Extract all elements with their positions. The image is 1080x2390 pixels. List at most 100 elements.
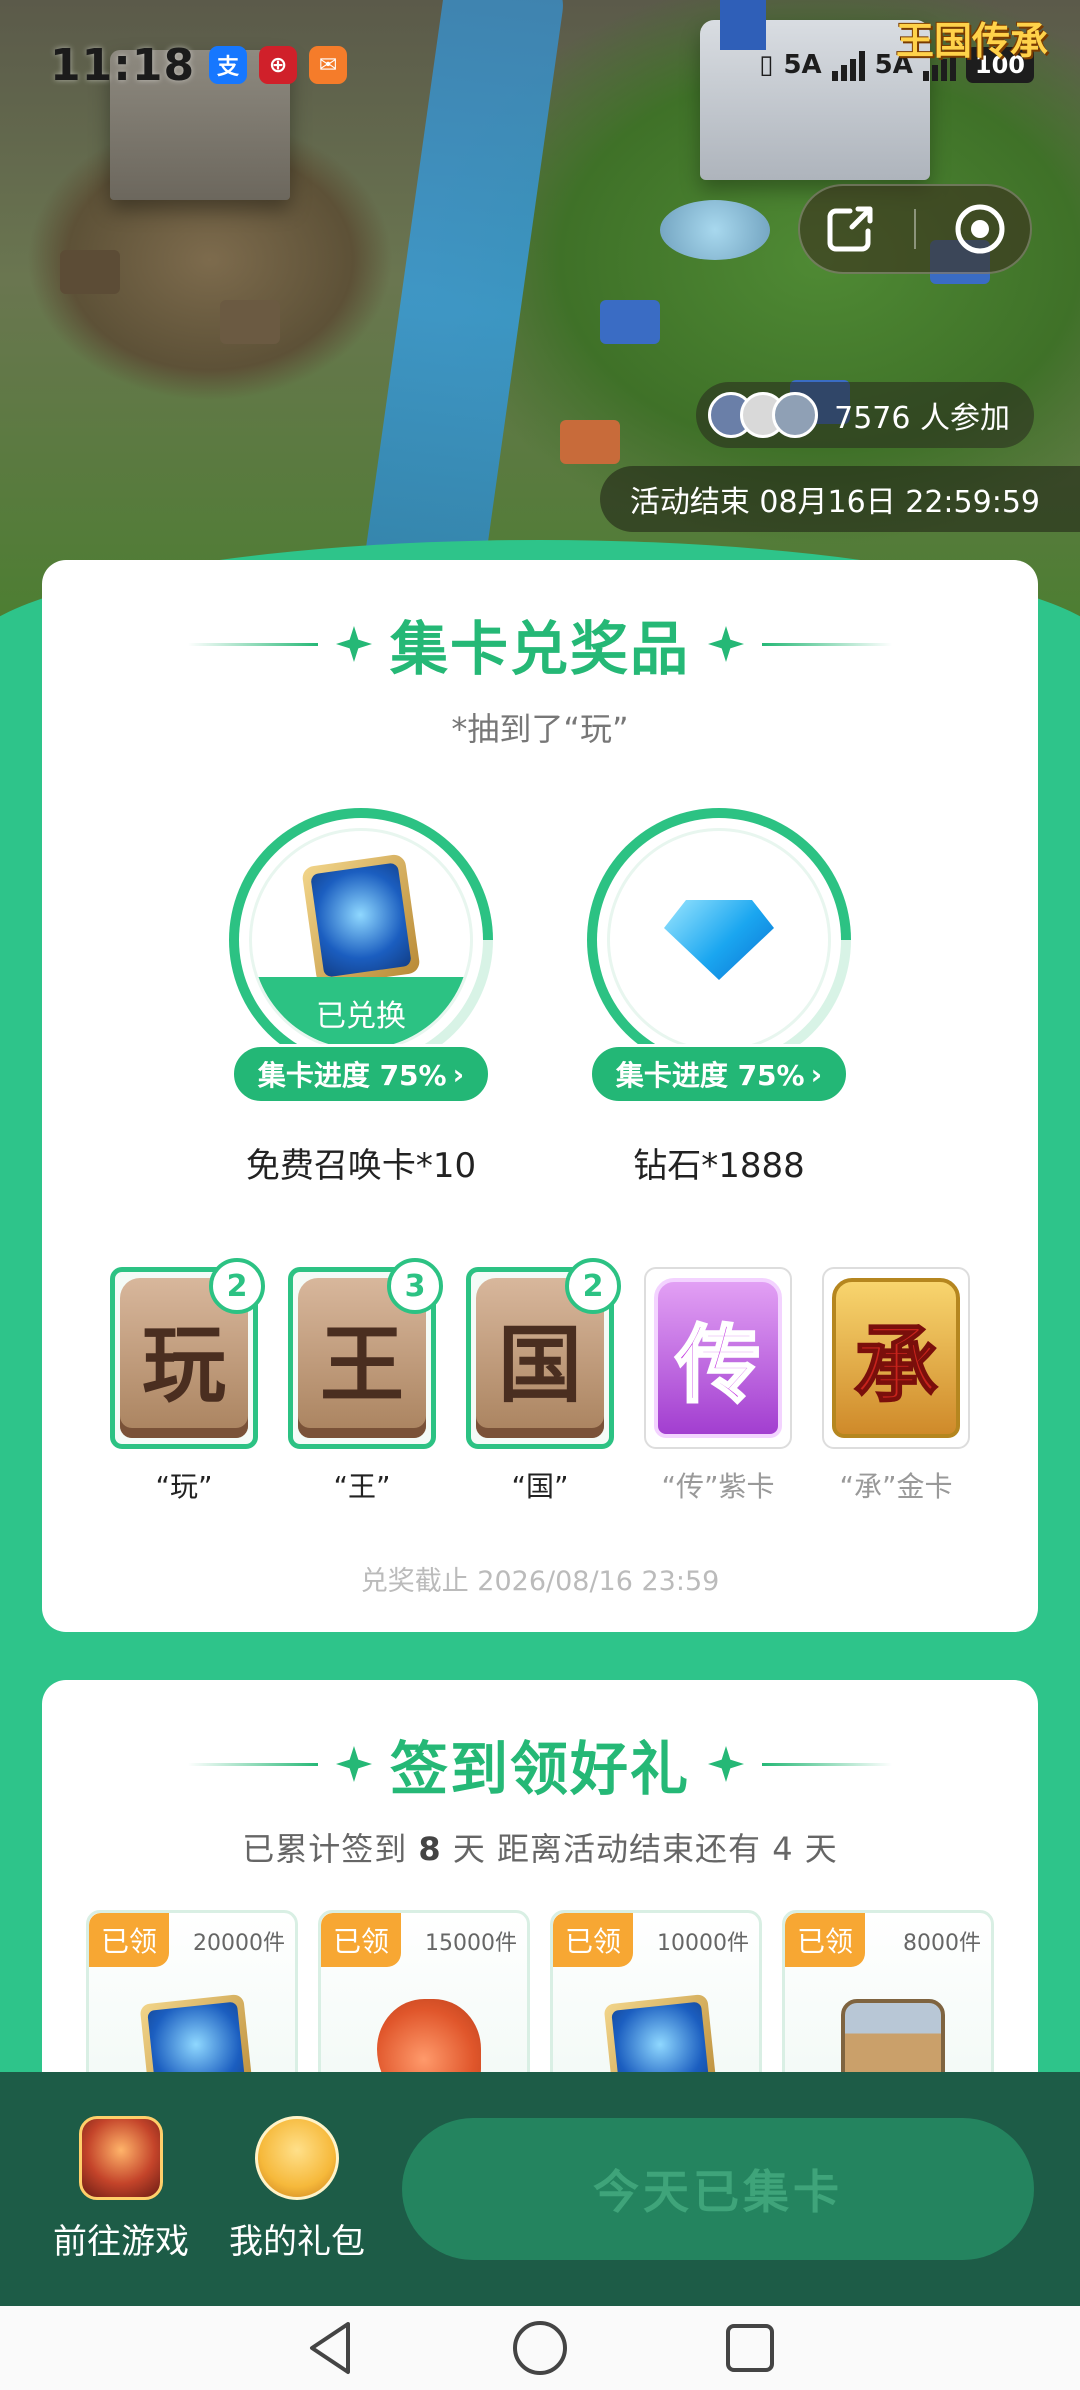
network-label-1: 5A [783, 50, 822, 80]
bottom-action-bar: 前往游戏 我的礼包 今天已集卡 [0, 2072, 1080, 2306]
title-line-left [187, 642, 318, 646]
progress-pill[interactable]: 集卡进度 75% › [231, 1044, 491, 1104]
message-icon: ✉ [309, 46, 348, 84]
letter-label: “王” [333, 1470, 391, 1503]
checkin-mid: 天 距离活动结束还有 [452, 1830, 762, 1868]
recents-button[interactable] [720, 2318, 780, 2378]
reward-stock: 10000件 [657, 1931, 749, 1956]
title-line-left [187, 1762, 318, 1766]
diamond-icon [664, 900, 774, 980]
claimed-tag: 已领 [89, 1913, 170, 1967]
letter-label: “国” [511, 1470, 569, 1503]
letter-label: “玩” [155, 1470, 213, 1503]
prize-list: 已兑换 集卡进度 75% › 免费召唤卡*10 集卡进度 75% › 钻石*18… [42, 808, 1038, 1187]
collect-title-text: 集卡兑奖品 [389, 615, 690, 683]
chevron-right-icon: › [810, 1057, 823, 1091]
collected-today-button[interactable]: 今天已集卡 [402, 2118, 1034, 2260]
sparkle-icon [335, 626, 372, 662]
reward-stock: 20000件 [193, 1931, 285, 1956]
progress-label: 集卡进度 75% [615, 1059, 805, 1092]
back-triangle-icon [310, 2322, 350, 2374]
letter-face: 承 [832, 1278, 960, 1438]
letter-card-guo[interactable]: 国 2 “国” [465, 1258, 621, 1505]
reward-stock: 8000件 [903, 1931, 981, 1956]
sparkle-icon [335, 1746, 372, 1782]
count-badge: 2 [565, 1258, 621, 1314]
letter-label: “承”金卡 [839, 1470, 953, 1503]
chevron-right-icon: › [452, 1057, 465, 1091]
days-signed: 8 [418, 1830, 442, 1868]
progress-label: 集卡进度 75% [257, 1059, 447, 1092]
prize-name: 钻石*1888 [633, 1146, 805, 1186]
prize-ring: 已兑换 集卡进度 75% › [229, 808, 493, 1108]
hero-fountain [660, 200, 770, 260]
signal-icon [831, 49, 865, 81]
checkin-title-text: 签到领好礼 [389, 1735, 690, 1803]
letter-card-wan[interactable]: 玩 2 “玩” [109, 1258, 265, 1505]
prize-image: 已兑换 [249, 828, 473, 1052]
letter-card-frame: 王 3 [288, 1258, 443, 1449]
checkin-section-title: 签到领好礼 [42, 1722, 1038, 1806]
recents-square-icon [726, 2324, 774, 2372]
reward-stock: 15000件 [425, 1931, 517, 1956]
target-icon [955, 204, 1005, 254]
sparkle-icon [708, 626, 744, 662]
letter-glyph: 传 [674, 1313, 761, 1415]
sparkle-icon [708, 1746, 744, 1782]
title-line-right [762, 1762, 892, 1766]
count-badge: 3 [387, 1258, 443, 1314]
capsule-divider [913, 209, 916, 249]
letter-card-frame: 承 [822, 1267, 970, 1449]
back-button[interactable] [300, 2318, 360, 2378]
event-end-time: 活动结束 08月16日 22:59:59 [599, 466, 1080, 532]
letter-glyph: 王 [319, 1314, 404, 1414]
count-badge: 2 [209, 1258, 265, 1314]
vibrate-icon: ▯ [759, 50, 774, 80]
summon-card-icon [301, 853, 421, 987]
days-left: 4 [772, 1830, 794, 1868]
go-to-game-button[interactable]: 前往游戏 [46, 2115, 196, 2263]
my-gifts-label: 我的礼包 [229, 2221, 365, 2262]
home-circle-icon [513, 2321, 567, 2375]
system-nav-bar [0, 2306, 1080, 2390]
letter-card-chuan[interactable]: 传 “传”紫卡 [643, 1267, 793, 1505]
letter-card-frame: 传 [644, 1267, 792, 1449]
letter-card-wang[interactable]: 王 3 “王” [287, 1258, 443, 1505]
share-button[interactable] [815, 194, 885, 264]
letter-card-cheng[interactable]: 承 “承”金卡 [821, 1267, 971, 1505]
prize-image [607, 828, 831, 1052]
prize-name: 免费召唤卡*10 [245, 1146, 477, 1186]
game-app-icon [79, 2115, 163, 2200]
my-gifts-button[interactable]: 我的礼包 [222, 2115, 372, 2263]
close-miniprogram-button[interactable] [945, 194, 1015, 264]
letter-face: 传 [654, 1278, 782, 1438]
letter-glyph: 国 [497, 1314, 582, 1414]
home-button[interactable] [510, 2318, 570, 2378]
prize-summon-cards[interactable]: 已兑换 集卡进度 75% › 免费召唤卡*10 [229, 808, 493, 1187]
letter-card-frame: 国 2 [466, 1258, 621, 1449]
participants-badge: 7576 人参加 [696, 382, 1034, 448]
progress-pill[interactable]: 集卡进度 75% › [589, 1044, 849, 1104]
claimed-tag: 已领 [321, 1913, 402, 1967]
claimed-tag: 已领 [785, 1913, 866, 1967]
title-line-right [762, 642, 892, 646]
avatar [772, 392, 819, 438]
prize-ring: 集卡进度 75% › [587, 808, 851, 1108]
go-to-game-label: 前往游戏 [53, 2221, 189, 2262]
participant-avatars [708, 392, 819, 438]
collect-section-title: 集卡兑奖品 [42, 602, 1038, 686]
prize-diamonds[interactable]: 集卡进度 75% › 钻石*1888 [587, 808, 851, 1187]
letter-cards: 玩 2 “玩” 王 3 “王” 国 2 “国” 传 “传”紫卡 承 “承”金卡 [42, 1258, 1038, 1505]
letter-label: “传”紫卡 [661, 1470, 775, 1503]
bank-icon: ⊕ [259, 46, 298, 84]
alipay-icon: 支 [209, 46, 248, 84]
redeem-deadline: 兑奖截止 2026/08/16 23:59 [360, 1566, 720, 1597]
letter-glyph: 玩 [141, 1314, 226, 1414]
checkin-summary: 已累计签到 8 天 距离活动结束还有 4 天 [42, 1824, 1038, 1870]
checkin-suffix: 天 [804, 1830, 838, 1868]
status-app-icons: 支 ⊕ ✉ [209, 46, 348, 84]
share-icon [827, 206, 873, 252]
letter-glyph: 承 [853, 1314, 939, 1415]
game-logo: 王国传承 [895, 18, 1048, 63]
collect-cards-panel: 集卡兑奖品 *抽到了“玩” 已兑换 集卡进度 75% › 免费召唤卡*10 集卡… [42, 560, 1038, 1632]
